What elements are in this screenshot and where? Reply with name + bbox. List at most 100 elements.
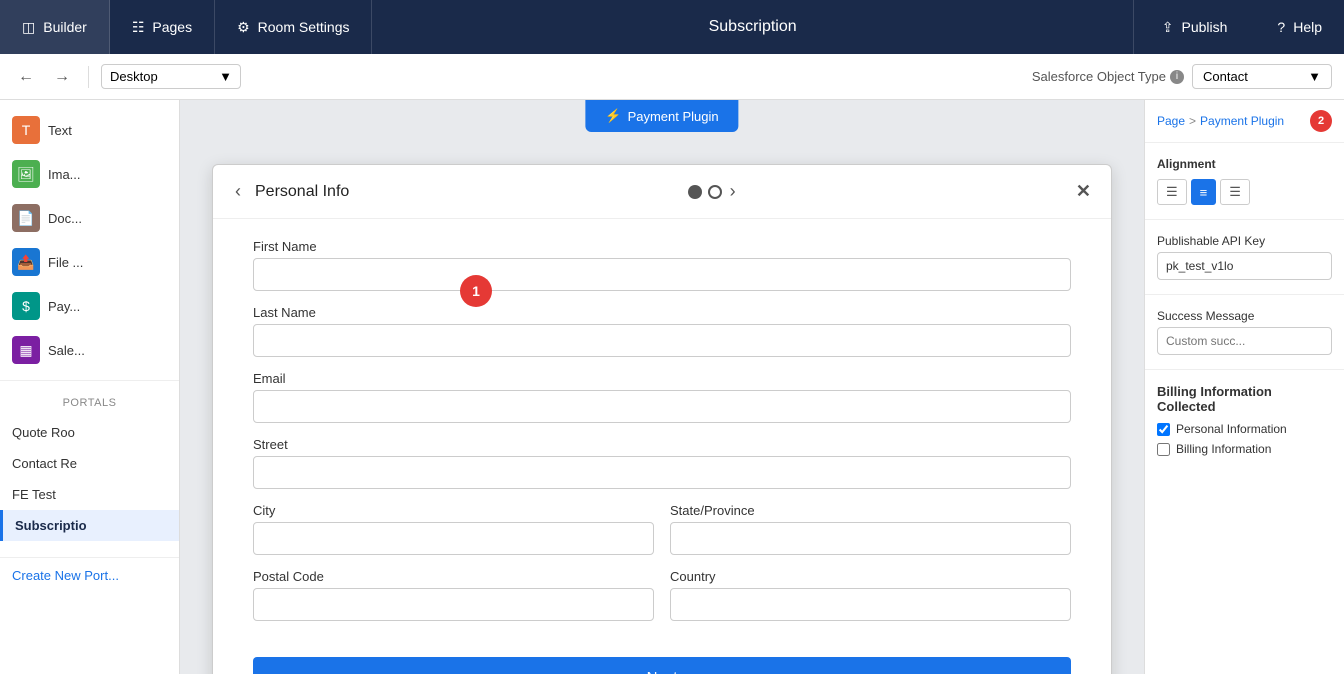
email-input[interactable]	[253, 390, 1071, 423]
chevron-down-icon: ▼	[219, 69, 232, 84]
nav-right: ⇪ Publish ? Help	[1133, 0, 1344, 54]
pages-label: Pages	[152, 19, 192, 35]
city-input[interactable]	[253, 522, 654, 555]
align-right-button[interactable]: ☰	[1220, 179, 1250, 205]
step-badge-2: 2	[1310, 110, 1332, 132]
email-label: Email	[253, 371, 1071, 386]
pages-icon: ☷	[132, 19, 145, 36]
postal-label: Postal Code	[253, 569, 654, 584]
state-input[interactable]	[670, 522, 1071, 555]
sidebar-plugin-item[interactable]: T Text	[0, 108, 179, 152]
undo-button[interactable]: ←	[12, 64, 40, 90]
device-selector[interactable]: Desktop ▼	[101, 64, 241, 89]
plugin-icon: ▦	[12, 336, 40, 364]
portal-item-quote-room[interactable]: Quote Roo	[0, 417, 179, 448]
last-name-input[interactable]	[253, 324, 1071, 357]
portal-item-fe-test[interactable]: FE Test	[0, 479, 179, 510]
sf-object-value: Contact	[1203, 69, 1248, 84]
billing-section: Billing Information Collected Personal I…	[1145, 370, 1344, 476]
city-label: City	[253, 503, 654, 518]
toolbar-separator	[88, 66, 89, 88]
help-icon: ?	[1277, 19, 1285, 35]
sf-object-selector[interactable]: Contact ▼	[1192, 64, 1332, 89]
modal-prev-button[interactable]: ‹	[233, 179, 243, 204]
postal-country-row: Postal Code Country	[253, 569, 1071, 635]
help-button[interactable]: ? Help	[1255, 0, 1344, 54]
top-nav: ◫ Builder ☷ Pages ⚙ Room Settings Subscr…	[0, 0, 1344, 54]
align-left-button[interactable]: ☰	[1157, 179, 1187, 205]
plugin-label: Sale...	[48, 343, 85, 358]
align-center-button[interactable]: ≡	[1191, 179, 1217, 205]
portals-section: PORTALS Quote Roo Contact Re FE Test Sub…	[0, 380, 179, 553]
portal-item-subscription[interactable]: Subscriptio	[0, 510, 179, 541]
api-key-input[interactable]	[1157, 252, 1332, 280]
publish-button[interactable]: ⇪ Publish	[1133, 0, 1256, 54]
postal-group: Postal Code	[253, 569, 654, 621]
create-portal-link[interactable]: Create New Port...	[0, 557, 179, 593]
street-input[interactable]	[253, 456, 1071, 489]
next-button[interactable]: Next	[253, 657, 1071, 674]
api-key-section: Publishable API Key	[1145, 220, 1344, 295]
builder-nav-item[interactable]: ◫ Builder	[0, 0, 110, 54]
sf-chevron-down-icon: ▼	[1308, 69, 1321, 84]
sidebar-plugin-item[interactable]: 📤 File ...	[0, 240, 179, 284]
modal-steps: ›	[688, 179, 738, 204]
payment-plugin-tab[interactable]: ⚡ Payment Plugin	[585, 100, 738, 132]
billing-info-label: Billing Information	[1176, 442, 1271, 456]
first-name-input[interactable]	[253, 258, 1071, 291]
first-name-label: First Name	[253, 239, 1071, 254]
sidebar-plugin-item[interactable]: ▦ Sale...	[0, 328, 179, 372]
breadcrumb-area: Page > Payment Plugin 2	[1145, 100, 1344, 143]
redo-button[interactable]: →	[48, 64, 76, 90]
portal-item-contact-re[interactable]: Contact Re	[0, 448, 179, 479]
email-group: Email	[253, 371, 1071, 423]
gear-icon: ⚙	[237, 19, 250, 36]
modal-body: First Name Last Name Email Street	[213, 219, 1111, 645]
modal-close-button[interactable]: ✕	[1076, 181, 1091, 202]
toolbar: ← → Desktop ▼ Salesforce Object Type i C…	[0, 54, 1344, 100]
sidebar-plugin-item[interactable]: $ Pay...	[0, 284, 179, 328]
info-icon: i	[1170, 70, 1184, 84]
plugin-icon: 📤	[12, 248, 40, 276]
breadcrumb-separator: >	[1189, 114, 1196, 128]
device-label: Desktop	[110, 69, 158, 84]
billing-info-row: Billing Information	[1157, 442, 1332, 456]
pages-nav-item[interactable]: ☷ Pages	[110, 0, 215, 54]
canvas-area: ⚡ Payment Plugin 1 ‹ Personal Info	[180, 100, 1144, 674]
last-name-label: Last Name	[253, 305, 1071, 320]
billing-title: Billing Information Collected	[1157, 384, 1332, 414]
sidebar-plugin-item[interactable]: 📄 Doc...	[0, 196, 179, 240]
page-title: Subscription	[372, 18, 1132, 36]
room-settings-nav-item[interactable]: ⚙ Room Settings	[215, 0, 372, 54]
personal-info-label: Personal Information	[1176, 422, 1287, 436]
canvas-inner: ‹ Personal Info › ✕	[212, 120, 1112, 654]
country-label: Country	[670, 569, 1071, 584]
plugin-label: Doc...	[48, 211, 82, 226]
breadcrumb-current[interactable]: Payment Plugin	[1200, 114, 1284, 128]
right-panel: Page > Payment Plugin 2 Alignment ☰ ≡ ☰ …	[1144, 100, 1344, 674]
personal-info-checkbox[interactable]	[1157, 423, 1170, 436]
city-group: City	[253, 503, 654, 555]
lightning-icon: ⚡	[605, 108, 621, 124]
help-label: Help	[1293, 19, 1322, 35]
country-input[interactable]	[670, 588, 1071, 621]
plugin-label: Pay...	[48, 299, 80, 314]
billing-info-checkbox[interactable]	[1157, 443, 1170, 456]
plugin-label: Text	[48, 123, 72, 138]
alignment-label: Alignment	[1157, 157, 1332, 171]
state-group: State/Province	[670, 503, 1071, 555]
modal-header: ‹ Personal Info › ✕	[213, 165, 1111, 219]
portals-section-label: PORTALS	[0, 393, 179, 417]
modal-nav: ‹ Personal Info	[233, 179, 349, 204]
modal-next-nav-button[interactable]: ›	[728, 179, 738, 204]
breadcrumb-page-link[interactable]: Page	[1157, 114, 1185, 128]
publish-label: Publish	[1181, 19, 1227, 35]
postal-input[interactable]	[253, 588, 654, 621]
sf-object-type-label: Salesforce Object Type i	[1032, 69, 1184, 84]
country-group: Country	[670, 569, 1071, 621]
sidebar-plugin-item[interactable]: 🖼 Ima...	[0, 152, 179, 196]
success-message-input[interactable]	[1157, 327, 1332, 355]
canvas-scroll: ‹ Personal Info › ✕	[180, 100, 1144, 674]
success-message-section: Success Message	[1145, 295, 1344, 370]
payment-plugin-tab-label: Payment Plugin	[628, 109, 719, 124]
